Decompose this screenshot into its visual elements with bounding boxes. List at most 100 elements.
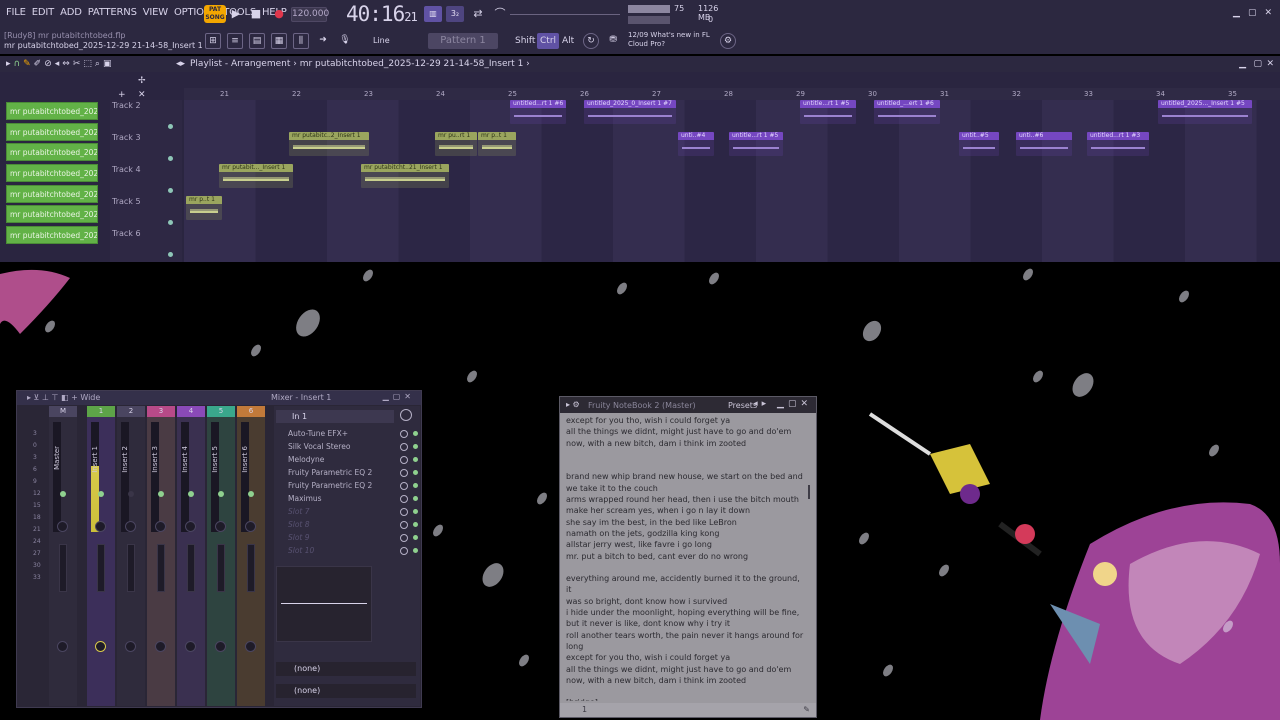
close-icon[interactable]: ✕: [1264, 8, 1272, 18]
track-mute-led[interactable]: [168, 188, 173, 193]
minimize-icon[interactable]: ▁: [1233, 8, 1240, 18]
remove-icon[interactable]: ✕: [138, 90, 146, 100]
stereo-knob[interactable]: [57, 641, 68, 652]
audio-clip[interactable]: mr p..t 1: [478, 132, 516, 156]
slice-tool-icon[interactable]: ✂: [73, 59, 81, 69]
pat-song-toggle[interactable]: PAT SONG: [204, 5, 226, 23]
audio-clip[interactable]: mr putabitc..2_Insert 1: [289, 132, 369, 156]
pattern-item[interactable]: mr putabitchtobed_2025...: [6, 143, 98, 162]
mixer-strip-master[interactable]: M Master: [49, 406, 77, 706]
fx-enable-led[interactable]: [413, 509, 418, 514]
stereo-knob[interactable]: [215, 641, 226, 652]
fx-enable-led[interactable]: [413, 535, 418, 540]
play-button[interactable]: ▶: [228, 6, 244, 22]
fx-enable-led[interactable]: [413, 496, 418, 501]
audio-clip[interactable]: untitle...rt 1 #5: [729, 132, 783, 156]
strip-enable-led[interactable]: [248, 491, 254, 497]
mixer-icon[interactable]: ⫼: [293, 33, 309, 49]
pencil-icon[interactable]: ✎: [23, 59, 31, 69]
playback-tool-icon[interactable]: ▣: [103, 59, 112, 69]
mute-tool-icon[interactable]: ◂: [55, 59, 60, 69]
mixer-strip-insert-4[interactable]: 4 Insert 4: [177, 406, 205, 706]
piano-roll-icon[interactable]: ▤: [249, 33, 265, 49]
fx-mix-knob[interactable]: [400, 469, 408, 477]
fx-mix-knob[interactable]: [400, 482, 408, 490]
pan-knob[interactable]: [185, 521, 196, 532]
fx-mix-knob[interactable]: [400, 443, 408, 451]
volume-fader[interactable]: [187, 544, 195, 592]
output-send-1[interactable]: (none): [276, 662, 416, 676]
menu-add[interactable]: ADD: [60, 7, 82, 18]
wait-input-toggle[interactable]: ⇄: [470, 6, 486, 22]
fx-enable-led[interactable]: [413, 548, 418, 553]
fx-slot-empty[interactable]: Slot 7: [276, 506, 418, 517]
track-mute-led[interactable]: [168, 124, 173, 129]
audio-clip[interactable]: untitled_2025_0_Insert 1 #7: [584, 100, 676, 124]
volume-fader[interactable]: [127, 544, 135, 592]
fx-mix-knob[interactable]: [400, 456, 408, 464]
arrangement-grid[interactable]: untitled...rt 1 #6 untitled_2025_0_Inser…: [184, 100, 1280, 262]
menu-file[interactable]: FILE: [6, 7, 26, 18]
fx-slot[interactable]: Melodyne: [276, 454, 418, 465]
stereo-knob[interactable]: [245, 641, 256, 652]
mixer-strip-insert-3[interactable]: 3 Insert 3: [147, 406, 175, 706]
volume-fader[interactable]: [157, 544, 165, 592]
playlist-close-icon[interactable]: ✕: [1266, 59, 1274, 69]
track-label[interactable]: Track 3: [112, 133, 141, 142]
zoom-icon[interactable]: ✢: [138, 76, 146, 86]
strip-enable-led[interactable]: [60, 491, 66, 497]
pan-knob[interactable]: [125, 521, 136, 532]
mixer-view-label[interactable]: ▸ ⊻ ⊥ ⊤ ◧ + Wide: [27, 393, 100, 402]
fx-slot[interactable]: Fruity Parametric EQ 2: [276, 480, 418, 491]
master-pitch-slider[interactable]: [510, 6, 620, 22]
fx-slot[interactable]: Auto-Tune EFX+: [276, 428, 418, 439]
pattern-item[interactable]: mr putabitchtobed_2025...: [6, 102, 98, 120]
notebook-window-controls[interactable]: ◂▸ ▁▢✕: [753, 399, 812, 409]
track-label[interactable]: Track 4: [112, 165, 141, 174]
strip-enable-led[interactable]: [128, 491, 134, 497]
volume-fader[interactable]: [217, 544, 225, 592]
pattern-item[interactable]: mr putabitchtobed_2025...: [6, 184, 98, 203]
count-in-toggle[interactable]: 3₂: [446, 6, 464, 22]
audio-clip[interactable]: untitled_2025..._Insert 1 #5: [1158, 100, 1252, 124]
fx-slot[interactable]: Silk Vocal Stereo: [276, 441, 418, 452]
playlist-menu-arrow-icon[interactable]: ◂▸: [176, 59, 185, 69]
arrow-icon[interactable]: ➜: [315, 33, 331, 49]
track-label[interactable]: Track 2: [112, 101, 141, 110]
pattern-item[interactable]: mr putabitchtobed_2025...: [6, 205, 98, 224]
sync-icon[interactable]: ↻: [583, 33, 599, 49]
brush-icon[interactable]: ✐: [34, 59, 42, 69]
audio-clip[interactable]: untitled_...ert 1 #6: [874, 100, 940, 124]
volume-fader[interactable]: [97, 544, 105, 592]
pan-knob[interactable]: [245, 521, 256, 532]
fx-mix-knob[interactable]: [400, 547, 408, 555]
stereo-knob[interactable]: [95, 641, 106, 652]
metronome-toggle[interactable]: ▥: [424, 6, 442, 22]
playlist-minimize-icon[interactable]: ▁: [1239, 59, 1246, 69]
pan-knob[interactable]: [57, 521, 68, 532]
track-mute-led[interactable]: [168, 220, 173, 225]
audio-clip[interactable]: untit..#5: [959, 132, 999, 156]
delete-tool-icon[interactable]: ⊘: [44, 59, 52, 69]
strip-enable-led[interactable]: [98, 491, 104, 497]
menu-edit[interactable]: EDIT: [32, 7, 54, 18]
fx-enable-led[interactable]: [413, 483, 418, 488]
fx-mix-knob[interactable]: [400, 495, 408, 503]
volume-fader[interactable]: [59, 544, 67, 592]
fx-slot-empty[interactable]: Slot 8: [276, 519, 418, 530]
track-mute-led[interactable]: [168, 156, 173, 161]
fx-enable-led[interactable]: [413, 431, 418, 436]
input-monitor-icon[interactable]: [400, 409, 412, 421]
pencil-icon[interactable]: ✎: [803, 703, 810, 717]
stereo-knob[interactable]: [155, 641, 166, 652]
fx-mix-knob[interactable]: [400, 521, 408, 529]
mixer-strip-insert-6[interactable]: 6 Insert 6: [237, 406, 265, 706]
plugin-menu-icon[interactable]: ▸ ⚙: [566, 400, 580, 409]
audio-clip[interactable]: untitled...rt 1 #6: [510, 100, 566, 124]
fx-slot[interactable]: Fruity Parametric EQ 2: [276, 467, 418, 478]
fx-mix-knob[interactable]: [400, 430, 408, 438]
page-number[interactable]: 1: [582, 705, 587, 714]
notebook-scrollbar[interactable]: [808, 485, 810, 499]
pattern-selector[interactable]: Pattern 1: [428, 33, 498, 49]
fx-mix-knob[interactable]: [400, 534, 408, 542]
